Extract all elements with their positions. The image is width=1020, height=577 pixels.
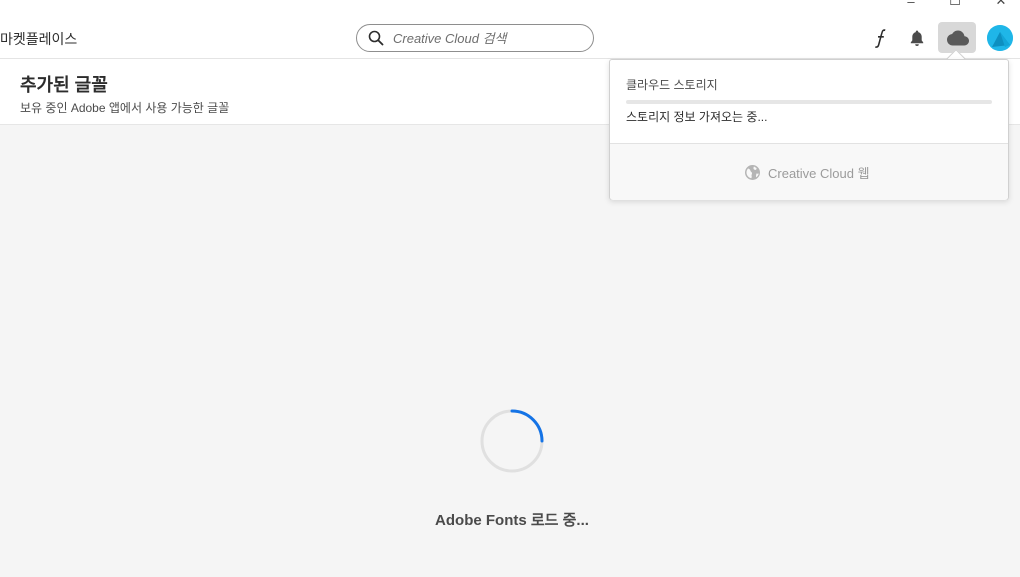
search-input[interactable] (393, 28, 583, 48)
top-bar: – ☐ ✕ 마켓플레이스 (0, 0, 1020, 59)
globe-icon (745, 165, 760, 180)
nav-marketplace[interactable]: 마켓플레이스 (0, 29, 77, 49)
bell-icon (910, 30, 924, 46)
maximize-button[interactable]: ☐ (940, 0, 970, 8)
popover-footer: Creative Cloud 웹 (610, 143, 1008, 200)
creative-cloud-web-label: Creative Cloud 웹 (768, 166, 870, 181)
notifications-button[interactable] (903, 24, 931, 52)
cloud-storage-button[interactable] (938, 22, 976, 53)
search-box[interactable] (356, 24, 594, 52)
popover-title: 클라우드 스토리지 (626, 78, 718, 92)
minimize-button[interactable]: – (896, 0, 926, 9)
close-button[interactable]: ✕ (986, 0, 1016, 8)
storage-status: 스토리지 정보 가져오는 중... (626, 110, 768, 124)
page-subtitle: 보유 중인 Adobe 앱에서 사용 가능한 글꼴 (20, 101, 230, 115)
fonts-button[interactable] (867, 24, 895, 52)
avatar[interactable] (987, 25, 1013, 51)
cloud-storage-popover: 클라우드 스토리지 스토리지 정보 가져오는 중... Creative Clo… (609, 59, 1009, 200)
page-title: 추가된 글꼴 (20, 75, 108, 95)
loading-spinner (480, 409, 544, 473)
creative-cloud-web-link[interactable]: Creative Cloud 웹 (744, 163, 870, 182)
avatar-shape-icon (987, 25, 1013, 51)
loading-text: Adobe Fonts 로드 중... (435, 512, 589, 529)
storage-progress-bar (626, 100, 992, 104)
font-f-icon (875, 29, 886, 48)
cloud-icon (947, 30, 969, 45)
search-icon (368, 30, 384, 46)
